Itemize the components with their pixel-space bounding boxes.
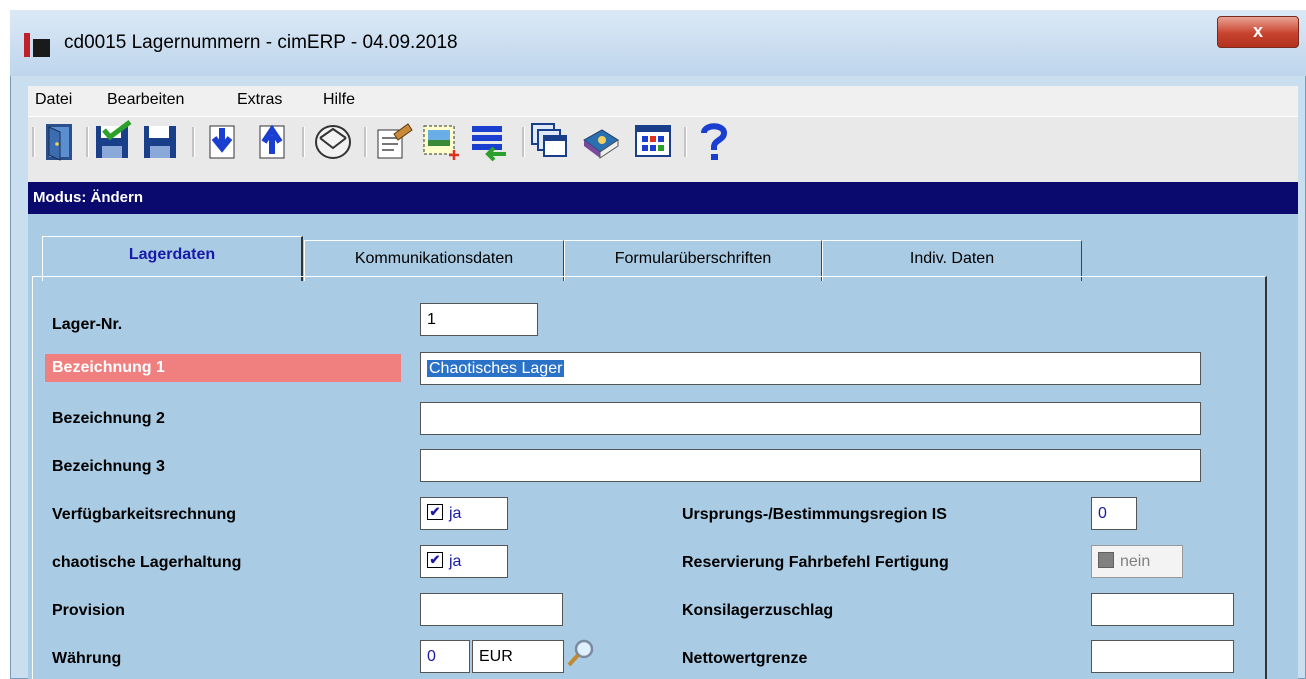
menu-hilfe[interactable]: Hilfe [323,91,355,109]
tab-kommunikationsdaten[interactable]: Kommunikationsdaten [304,240,564,281]
chaotische-lagerhaltung-value: ja [449,553,462,570]
bezeichnung-1-input[interactable]: Chaotisches Lager [420,352,1201,385]
check-icon: ✔ [427,552,443,569]
edit-document-icon[interactable] [372,120,414,162]
lager-nr-input[interactable]: 1 [420,303,538,336]
window-title: cd0015 Lagernummern - cimERP - 04.09.201… [64,32,458,53]
label-nettowertgrenze: Nettowertgrenze [682,650,808,667]
save-check-icon[interactable] [92,120,134,162]
nettowertgrenze-input[interactable] [1091,640,1234,673]
menu-bearbeiten[interactable]: Bearbeiten [107,91,184,109]
tab-lagerdaten[interactable]: Lagerdaten [42,236,303,281]
checkbox-disabled-icon [1098,552,1114,569]
ursprungs-bestimmungsregion-input[interactable]: 0 [1091,497,1137,530]
bezeichnung-2-input[interactable] [420,402,1201,435]
new-record-icon[interactable] [420,120,462,162]
label-verfuegbarkeitsrechnung: Verfügbarkeitsrechnung [52,506,237,523]
label-ursprungs-bestimmungsregion: Ursprungs-/Bestimmungsregion IS [682,506,947,523]
tab-indiv-daten[interactable]: Indiv. Daten [822,240,1082,281]
label-reservierung-fahrbefehl: Reservierung Fahrbefehl Fertigung [682,554,949,571]
bezeichnung-1-value: Chaotisches Lager [427,360,565,377]
check-icon: ✔ [427,504,443,521]
envelope-icon[interactable] [312,120,354,162]
verfuegbarkeitsrechnung-checkbox[interactable]: ✔ ja [420,497,508,530]
label-chaotische-lagerhaltung: chaotische Lagerhaltung [52,554,242,571]
exit-door-icon[interactable] [38,120,80,162]
label-provision: Provision [52,602,125,619]
menu-bar: Datei Bearbeiten Extras Hilfe [28,86,1298,117]
title-bar: cd0015 Lagernummern - cimERP - 04.09.201… [10,10,1306,76]
provision-input[interactable] [420,593,563,626]
content-area: Lagerdaten Kommunikationsdaten Formularü… [28,214,1298,679]
arrow-down-icon[interactable] [200,120,242,162]
label-bezeichnung-1: Bezeichnung 1 [45,354,401,382]
book-icon[interactable] [580,120,622,162]
mode-label: Modus: Ändern [33,189,143,206]
waehrung-code-input[interactable]: 0 [420,640,470,673]
mode-bar: Modus: Ändern [28,182,1298,214]
reservierung-fahrbefehl-value: nein [1120,553,1151,570]
verfuegbarkeitsrechnung-value: ja [449,505,462,522]
toolbar [28,116,1298,183]
menu-datei[interactable]: Datei [35,91,72,109]
label-lager-nr: Lager-Nr. [52,316,123,333]
application-window: cd0015 Lagernummern - cimERP - 04.09.201… [10,10,1306,679]
label-bezeichnung-3: Bezeichnung 3 [52,458,165,475]
app-logo-icon [24,33,50,57]
konsilagerzuschlag-input[interactable] [1091,593,1234,626]
label-konsilagerzuschlag: Konsilagerzuschlag [682,602,834,619]
close-button[interactable]: x [1217,16,1299,48]
menu-extras[interactable]: Extras [237,91,282,109]
chaotische-lagerhaltung-checkbox[interactable]: ✔ ja [420,545,508,578]
arrow-up-icon[interactable] [250,120,292,162]
label-bezeichnung-2: Bezeichnung 2 [52,410,165,427]
calculator-icon[interactable] [632,120,674,162]
search-icon[interactable] [566,638,596,668]
transfer-list-icon[interactable] [468,120,510,162]
help-icon[interactable] [692,120,734,162]
windows-icon[interactable] [528,120,570,162]
reservierung-fahrbefehl-checkbox: nein [1091,545,1183,578]
waehrung-currency-input[interactable]: EUR [472,640,564,673]
label-waehrung: Währung [52,650,122,667]
bezeichnung-3-input[interactable] [420,449,1201,482]
tab-formularueberschriften[interactable]: Formularüberschriften [564,240,822,281]
save-icon[interactable] [140,120,182,162]
